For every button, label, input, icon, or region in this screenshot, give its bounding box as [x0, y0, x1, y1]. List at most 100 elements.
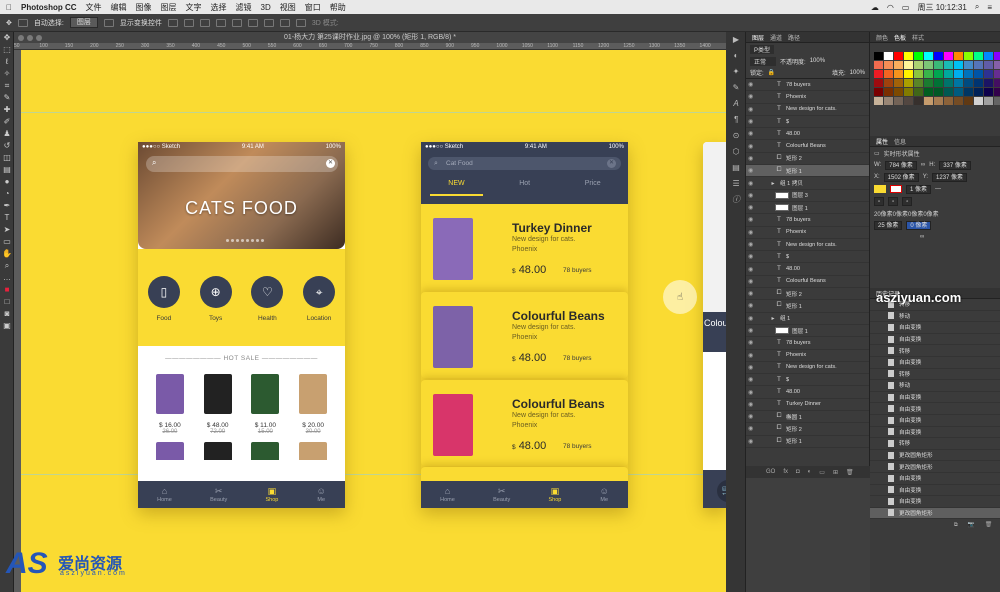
layer-row[interactable]: ◉ ⧠ 矩形 1 — [746, 300, 869, 313]
menu-help[interactable]: 帮助 — [330, 2, 346, 13]
color-swatch[interactable] — [944, 79, 953, 87]
distribute-v-icon[interactable] — [295, 18, 306, 27]
layer-kind-dropdown[interactable]: P类型 — [750, 44, 775, 54]
stroke-join-button[interactable]: ▫ — [902, 196, 913, 206]
layer-row[interactable]: ◉ 图层 3 — [746, 190, 869, 202]
color-swatch[interactable] — [874, 70, 883, 78]
color-swatch[interactable] — [984, 70, 993, 78]
color-swatch[interactable] — [974, 79, 983, 87]
y-field[interactable]: 1237 像素 — [932, 172, 968, 182]
visibility-eye-icon[interactable]: ◉ — [748, 352, 757, 359]
layer-row[interactable]: ◉ T Colourful Beans — [746, 276, 869, 289]
history-item[interactable]: 更改圆角矩形 — [870, 461, 1000, 473]
align-left-icon[interactable] — [167, 18, 178, 27]
color-swatch[interactable] — [924, 97, 933, 105]
tab-layers[interactable]: 图层 — [752, 33, 764, 42]
path-select-icon[interactable]: ➤ — [0, 224, 14, 236]
color-swatch[interactable] — [974, 70, 983, 78]
color-swatch[interactable] — [934, 61, 943, 69]
spotlight-icon[interactable]: ⌕ — [975, 2, 979, 12]
visibility-eye-icon[interactable]: ◉ — [748, 278, 757, 285]
width-field[interactable]: 784 像素 — [885, 160, 917, 170]
color-swatch[interactable] — [944, 61, 953, 69]
color-swatch[interactable] — [974, 61, 983, 69]
opacity-field[interactable]: 100% — [810, 58, 825, 64]
color-swatch[interactable] — [954, 97, 963, 105]
color-swatch[interactable] — [904, 88, 913, 96]
tab-properties[interactable]: 属性 — [876, 137, 888, 146]
color-swatch[interactable] — [994, 79, 1000, 87]
history-item[interactable]: 转移 — [870, 345, 1000, 357]
color-swatch[interactable] — [964, 88, 973, 96]
layer-row[interactable]: ◉ T 48.00 — [746, 263, 869, 276]
link-corners-icon[interactable]: ∞ — [920, 234, 924, 240]
color-swatch[interactable] — [984, 52, 993, 60]
new-layer-icon[interactable]: ⊞ — [833, 469, 838, 476]
snapshot-icon[interactable]: 📷 — [968, 522, 975, 528]
shape-tool-icon[interactable]: ▭ — [0, 236, 14, 248]
gradient-tool-icon[interactable]: ▤ — [0, 164, 14, 176]
distribute-h-icon[interactable] — [279, 18, 290, 27]
visibility-eye-icon[interactable]: ◉ — [748, 180, 757, 187]
color-swatch[interactable] — [914, 79, 923, 87]
color-swatch[interactable] — [884, 88, 893, 96]
layer-comps-icon[interactable]: ▤ — [726, 160, 746, 176]
tab-color[interactable]: 颜色 — [876, 33, 888, 42]
color-swatch[interactable] — [984, 88, 993, 96]
color-swatch[interactable] — [954, 79, 963, 87]
visibility-eye-icon[interactable]: ◉ — [748, 93, 757, 100]
visibility-eye-icon[interactable]: ◉ — [748, 413, 757, 420]
layer-row[interactable]: ◉ 图层 1 — [746, 325, 869, 338]
glyphs-icon[interactable]: ☰ — [726, 176, 746, 192]
visibility-eye-icon[interactable]: ◉ — [748, 81, 757, 88]
link-layers-icon[interactable]: GO — [766, 469, 775, 475]
auto-select-checkbox[interactable] — [17, 18, 28, 27]
pen-tool-icon[interactable]: ✒ — [0, 200, 14, 212]
color-swatch[interactable] — [884, 52, 893, 60]
color-swatch[interactable] — [914, 97, 923, 105]
layer-row[interactable]: ◉ T 78 buyers — [746, 337, 869, 350]
visibility-eye-icon[interactable]: ◉ — [748, 389, 757, 396]
align-bottom-icon[interactable] — [247, 18, 258, 27]
layer-row[interactable]: ◉ ▸ 组 1 — [746, 313, 869, 325]
color-swatch[interactable] — [994, 97, 1000, 105]
visibility-eye-icon[interactable]: ◉ — [748, 425, 757, 432]
visibility-eye-icon[interactable]: ◉ — [748, 167, 757, 174]
color-swatch[interactable] — [874, 79, 883, 87]
menu-select[interactable]: 选择 — [211, 2, 227, 13]
menu-layer[interactable]: 图层 — [161, 2, 177, 13]
document-tab[interactable]: 01-杨大力 第25课时作业.jpg @ 100% (矩形 1, RGB/8) … — [14, 32, 726, 43]
play-icon[interactable]: ▶ — [726, 32, 746, 48]
history-item[interactable]: 自由变换 — [870, 322, 1000, 334]
clone-source-icon[interactable]: ⊙ — [726, 128, 746, 144]
visibility-eye-icon[interactable]: ◉ — [748, 216, 757, 223]
color-swatch[interactable] — [924, 70, 933, 78]
apple-icon[interactable]:  — [6, 3, 12, 12]
color-swatch[interactable] — [994, 70, 1000, 78]
color-swatch[interactable] — [904, 70, 913, 78]
color-swatch[interactable] — [924, 52, 933, 60]
color-swatch[interactable] — [904, 61, 913, 69]
visibility-eye-icon[interactable]: ◉ — [748, 143, 757, 150]
layer-row[interactable]: ◉ T $ — [746, 116, 869, 129]
visibility-eye-icon[interactable]: ◉ — [748, 130, 757, 137]
healing-brush-icon[interactable]: ✚ — [0, 104, 14, 116]
history-item[interactable]: 自由变换 — [870, 473, 1000, 485]
color-swatch[interactable] — [914, 88, 923, 96]
layer-row[interactable]: ◉ T 48.00 — [746, 386, 869, 399]
guide-line[interactable] — [21, 112, 726, 113]
history-item[interactable]: 移动 — [870, 380, 1000, 392]
canvas[interactable]: ●●●○○ Sketch 9:41 AM 100% ⌕ ✕ CATS FOOD … — [21, 50, 726, 592]
tab-swatches[interactable]: 色板 — [894, 33, 906, 42]
magic-wand-icon[interactable]: ✧ — [0, 68, 14, 80]
color-swatch[interactable] — [894, 88, 903, 96]
horizontal-ruler[interactable]: 50 100 150 200 250 300 350 400 450 500 550 600 650 70… — [14, 43, 726, 50]
vertical-ruler[interactable] — [14, 50, 21, 592]
layer-row[interactable]: ◉ ⧠ 椭圆 1 — [746, 411, 869, 424]
color-swatch[interactable] — [904, 79, 913, 87]
distribute-icon[interactable] — [263, 18, 274, 27]
height-field[interactable]: 337 像素 — [939, 160, 971, 170]
screen-mode-icon[interactable]: ▣ — [0, 320, 14, 332]
menu-file[interactable]: 文件 — [86, 2, 102, 13]
search-bar[interactable] — [146, 156, 338, 172]
